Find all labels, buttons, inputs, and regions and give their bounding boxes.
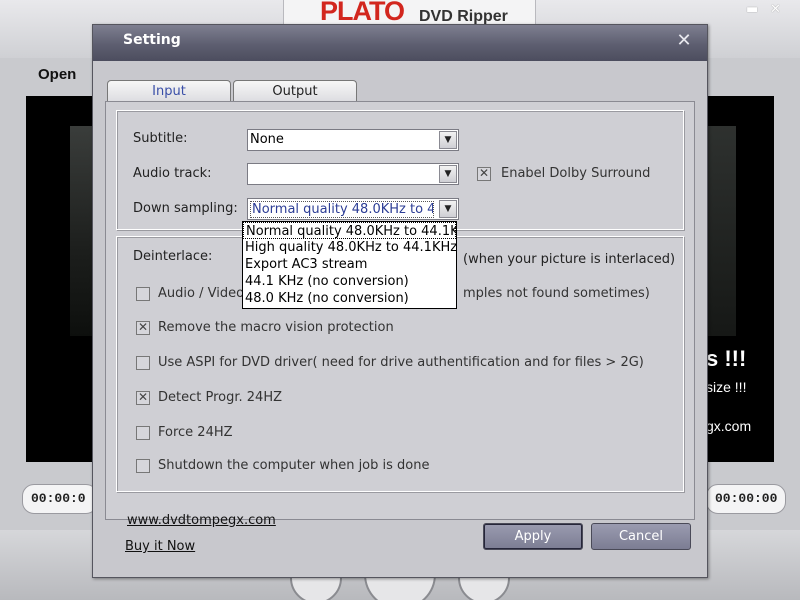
open-label[interactable]: Open <box>38 66 76 83</box>
app-logo: PLATO <box>320 0 405 26</box>
deinterlace-label: Deinterlace: <box>133 249 213 264</box>
force-24hz-checkbox[interactable] <box>136 426 150 440</box>
tab-output[interactable]: Output <box>233 80 357 102</box>
aspi-label: Use ASPI for DVD driver( need for drive … <box>158 355 644 370</box>
dialog-titlebar[interactable]: Setting ✕ <box>93 25 707 61</box>
av-sync-checkbox[interactable] <box>136 287 150 301</box>
detect-24hz-checkbox[interactable] <box>136 390 150 405</box>
dropdown-option[interactable]: High quality 48.0KHz to 44.1KHz <box>243 239 456 256</box>
macrovision-checkbox[interactable] <box>136 320 150 335</box>
av-sync-label-tail: mples not found sometimes) <box>463 286 650 301</box>
close-icon[interactable]: ✕ <box>770 2 781 17</box>
dropdown-arrow-icon[interactable]: ▼ <box>439 200 457 218</box>
dialog-title: Setting <box>123 32 181 48</box>
down-sampling-select[interactable]: Normal quality 48.0KHz to 44.1KHz ▼ <box>247 198 459 220</box>
down-sampling-label: Down sampling: <box>133 201 238 216</box>
minimize-icon[interactable]: ▬ <box>746 2 758 17</box>
dropdown-option[interactable]: 48.0 KHz (no conversion) <box>243 290 456 307</box>
promo-text-3: gx.com <box>706 418 752 434</box>
promo-text-2: size !!! <box>706 379 747 395</box>
audio-group: Subtitle: None ▼ Audio track: ▼ Enabel D… <box>116 110 684 230</box>
video-frame-right <box>706 126 736 336</box>
close-icon[interactable]: ✕ <box>675 31 693 51</box>
subtitle-label: Subtitle: <box>133 131 188 146</box>
detect-24hz-label: Detect Progr. 24HZ <box>158 390 282 405</box>
macrovision-label: Remove the macro vision protection <box>158 320 394 335</box>
deinterlace-hint: (when your picture is interlaced) <box>463 252 676 267</box>
av-sync-label: Audio / Video <box>158 286 245 301</box>
shutdown-label: Shutdown the computer when job is done <box>158 458 430 473</box>
time-start: 00:00:0 <box>22 484 98 514</box>
dolby-checkbox[interactable] <box>477 166 491 181</box>
subtitle-value: None <box>250 132 284 147</box>
dropdown-arrow-icon[interactable]: ▼ <box>439 165 457 183</box>
dropdown-option[interactable]: Normal quality 48.0KHz to 44.1KHz <box>243 222 456 239</box>
time-end: 00:00:00 <box>706 484 786 514</box>
tab-input[interactable]: Input <box>107 80 231 102</box>
cancel-button[interactable]: Cancel <box>591 523 691 550</box>
audio-track-select[interactable]: ▼ <box>247 163 459 185</box>
aspi-checkbox[interactable] <box>136 356 150 370</box>
dolby-label: Enabel Dolby Surround <box>501 166 651 181</box>
down-sampling-value: Normal quality 48.0KHz to 44.1KHz <box>250 201 434 218</box>
shutdown-checkbox[interactable] <box>136 459 150 473</box>
promo-text-1: s !!! <box>706 346 747 371</box>
audio-track-label: Audio track: <box>133 166 212 181</box>
apply-button[interactable]: Apply <box>483 523 583 550</box>
down-sampling-dropdown: Normal quality 48.0KHz to 44.1KHz High q… <box>242 221 457 309</box>
subtitle-select[interactable]: None ▼ <box>247 129 459 151</box>
tab-panel: Subtitle: None ▼ Audio track: ▼ Enabel D… <box>105 101 695 520</box>
dropdown-option[interactable]: 44.1 KHz (no conversion) <box>243 273 456 290</box>
dropdown-arrow-icon[interactable]: ▼ <box>439 131 457 149</box>
dropdown-option[interactable]: Export AC3 stream <box>243 256 456 273</box>
force-24hz-label: Force 24HZ <box>158 425 233 440</box>
website-link[interactable]: www.dvdtompegx.com <box>127 513 276 528</box>
buy-now-link[interactable]: Buy it Now <box>125 539 195 554</box>
